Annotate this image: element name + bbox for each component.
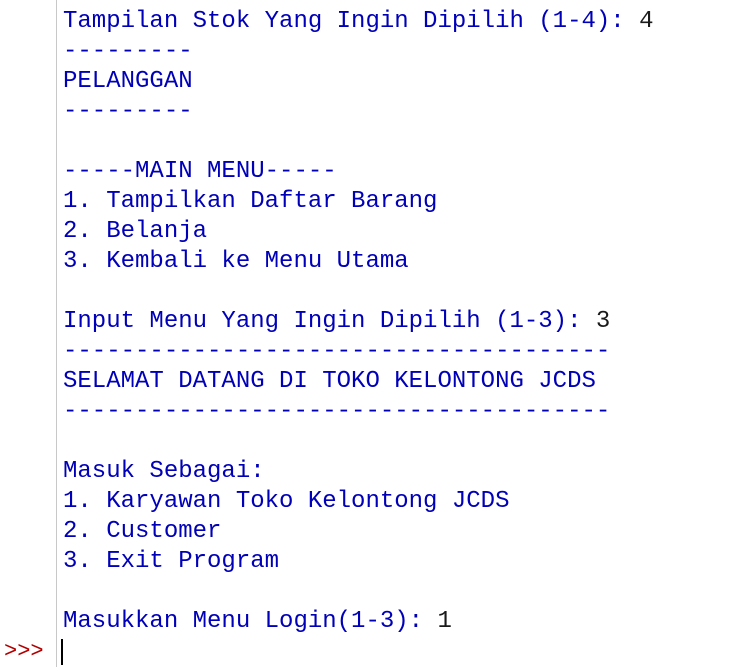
text-cursor[interactable] [61,639,63,665]
output-text: SELAMAT DATANG DI TOKO KELONTONG JCDS [63,368,596,395]
output-line: -------------------------------------- [63,397,734,427]
output-line: --------- [63,97,734,127]
output-line: PELANGGAN [63,67,734,97]
output-line: Masuk Sebagai: [63,457,734,487]
shell-output[interactable]: Tampilan Stok Yang Ingin Dipilih (1-4): … [63,7,734,637]
output-text: --------- [63,38,193,65]
output-text: 1. Tampilkan Daftar Barang [63,188,438,215]
prompt-text: Masukkan Menu Login(1-3): [63,608,438,635]
output-text: 3. Exit Program [63,548,280,575]
output-line: 3. Exit Program [63,547,734,577]
user-input-value: 4 [639,8,654,35]
output-text: -------------------------------------- [63,338,611,365]
output-line: SELAMAT DATANG DI TOKO KELONTONG JCDS [63,367,734,397]
output-line: 3. Kembali ke Menu Utama [63,247,734,277]
shell-prompt-marker: >>> [4,639,44,664]
output-text: 1. Karyawan Toko Kelontong JCDS [63,488,510,515]
gutter-divider [56,0,57,667]
input-prompt-line: Input Menu Yang Ingin Dipilih (1-3): 3 [63,307,734,337]
output-line: -------------------------------------- [63,337,734,367]
output-text: Masuk Sebagai: [63,458,265,485]
output-line: -----MAIN MENU----- [63,157,734,187]
output-text: 2. Belanja [63,218,208,245]
output-line: 2. Belanja [63,217,734,247]
user-input-value: 3 [595,308,611,335]
output-text: -----MAIN MENU----- [63,158,337,185]
output-line: 2. Customer [63,517,734,547]
output-text: -------------------------------------- [63,398,611,425]
output-text: --------- [63,98,193,125]
output-line: --------- [63,37,734,67]
user-input-value: 1 [437,608,452,635]
input-prompt-line: Tampilan Stok Yang Ingin Dipilih (1-4): … [63,7,734,37]
input-prompt-line: Masukkan Menu Login(1-3): 1 [63,607,734,637]
output-line: 1. Tampilkan Daftar Barang [63,187,734,217]
output-text: 3. Kembali ke Menu Utama [63,248,409,275]
output-line: 1. Karyawan Toko Kelontong JCDS [63,487,734,517]
output-text: 2. Customer [63,518,222,545]
prompt-text: Input Menu Yang Ingin Dipilih (1-3): [63,308,596,335]
output-text: PELANGGAN [63,68,193,95]
prompt-text: Tampilan Stok Yang Ingin Dipilih (1-4): [63,8,640,35]
shell-gutter [0,0,56,667]
